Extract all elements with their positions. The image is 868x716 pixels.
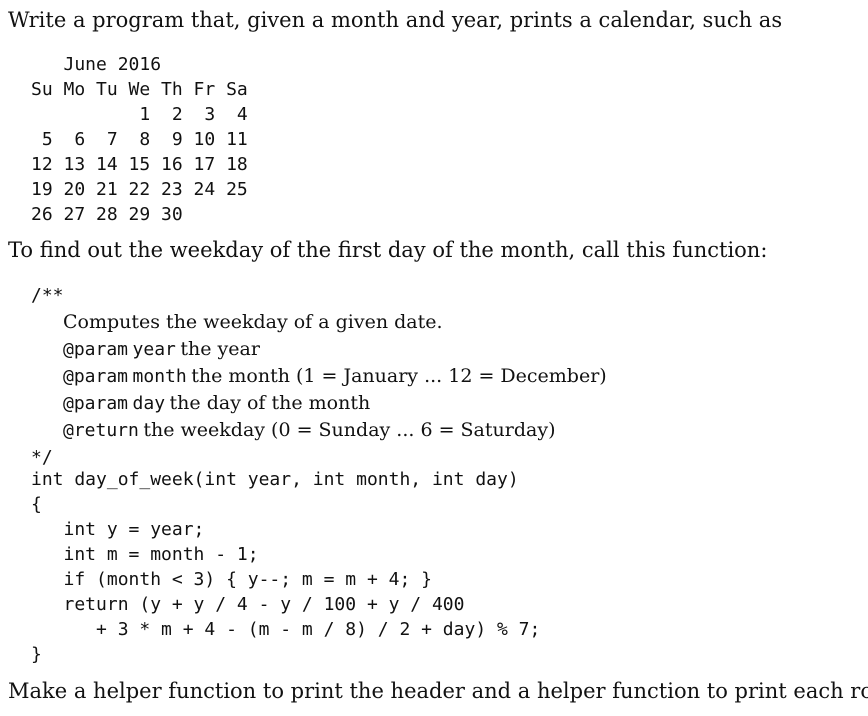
param-name: year	[132, 339, 176, 360]
code-line: int m = month - 1;	[31, 544, 259, 565]
doc-comment-open: /**	[31, 285, 64, 306]
doc-param-year: @param year the year	[31, 336, 607, 363]
param-name: day	[132, 393, 166, 414]
return-tag: @return	[63, 420, 139, 441]
param-desc: the day of the month	[169, 392, 371, 414]
sample-calendar: June 2016 Su Mo Tu We Th Fr Sa 1 2 3 4 5…	[31, 52, 248, 227]
find-weekday-text: To find out the weekday of the first day…	[8, 238, 768, 262]
calendar-week: 19 20 21 22 23 24 25	[31, 179, 248, 200]
calendar-week: 26 27 28 29 30	[31, 204, 183, 225]
param-tag: @param	[63, 366, 129, 387]
code-line: {	[31, 494, 42, 515]
doc-return: @return the weekday (0 = Sunday ... 6 = …	[31, 417, 607, 444]
doc-comment: /** Computes the weekday of a given date…	[31, 282, 607, 471]
closing-text: Make a helper function to print the head…	[8, 679, 868, 703]
param-tag: @param	[63, 339, 129, 360]
code-line: }	[31, 644, 42, 665]
code-line: int y = year;	[31, 519, 205, 540]
intro-text: Write a program that, given a month and …	[8, 8, 783, 32]
calendar-week: 5 6 7 8 9 10 11	[31, 129, 248, 150]
calendar-week: 12 13 14 15 16 17 18	[31, 154, 248, 175]
doc-param-day: @param day the day of the month	[31, 390, 607, 417]
doc-param-month: @param month the month (1 = January ... …	[31, 363, 607, 390]
calendar-week: 1 2 3 4	[31, 104, 248, 125]
param-tag: @param	[63, 393, 129, 414]
code-line: if (month < 3) { y--; m = m + 4; }	[31, 569, 432, 590]
param-desc: the year	[180, 338, 260, 360]
code-block: int day_of_week(int year, int month, int…	[31, 467, 540, 667]
param-desc: the month (1 = January ... 12 = December…	[191, 365, 607, 387]
calendar-weekday-header: Su Mo Tu We Th Fr Sa	[31, 79, 248, 100]
calendar-title: June 2016	[31, 54, 162, 75]
return-desc: the weekday (0 = Sunday ... 6 = Saturday…	[143, 419, 556, 441]
code-line: + 3 * m + 4 - (m - m / 8) / 2 + day) % 7…	[31, 619, 541, 640]
doc-summary: Computes the weekday of a given date.	[63, 311, 443, 333]
code-line: int day_of_week(int year, int month, int…	[31, 469, 519, 490]
exercise-page: Write a program that, given a month and …	[0, 0, 868, 716]
param-name: month	[132, 366, 187, 387]
code-line: return (y + y / 4 - y / 100 + y / 400	[31, 594, 465, 615]
